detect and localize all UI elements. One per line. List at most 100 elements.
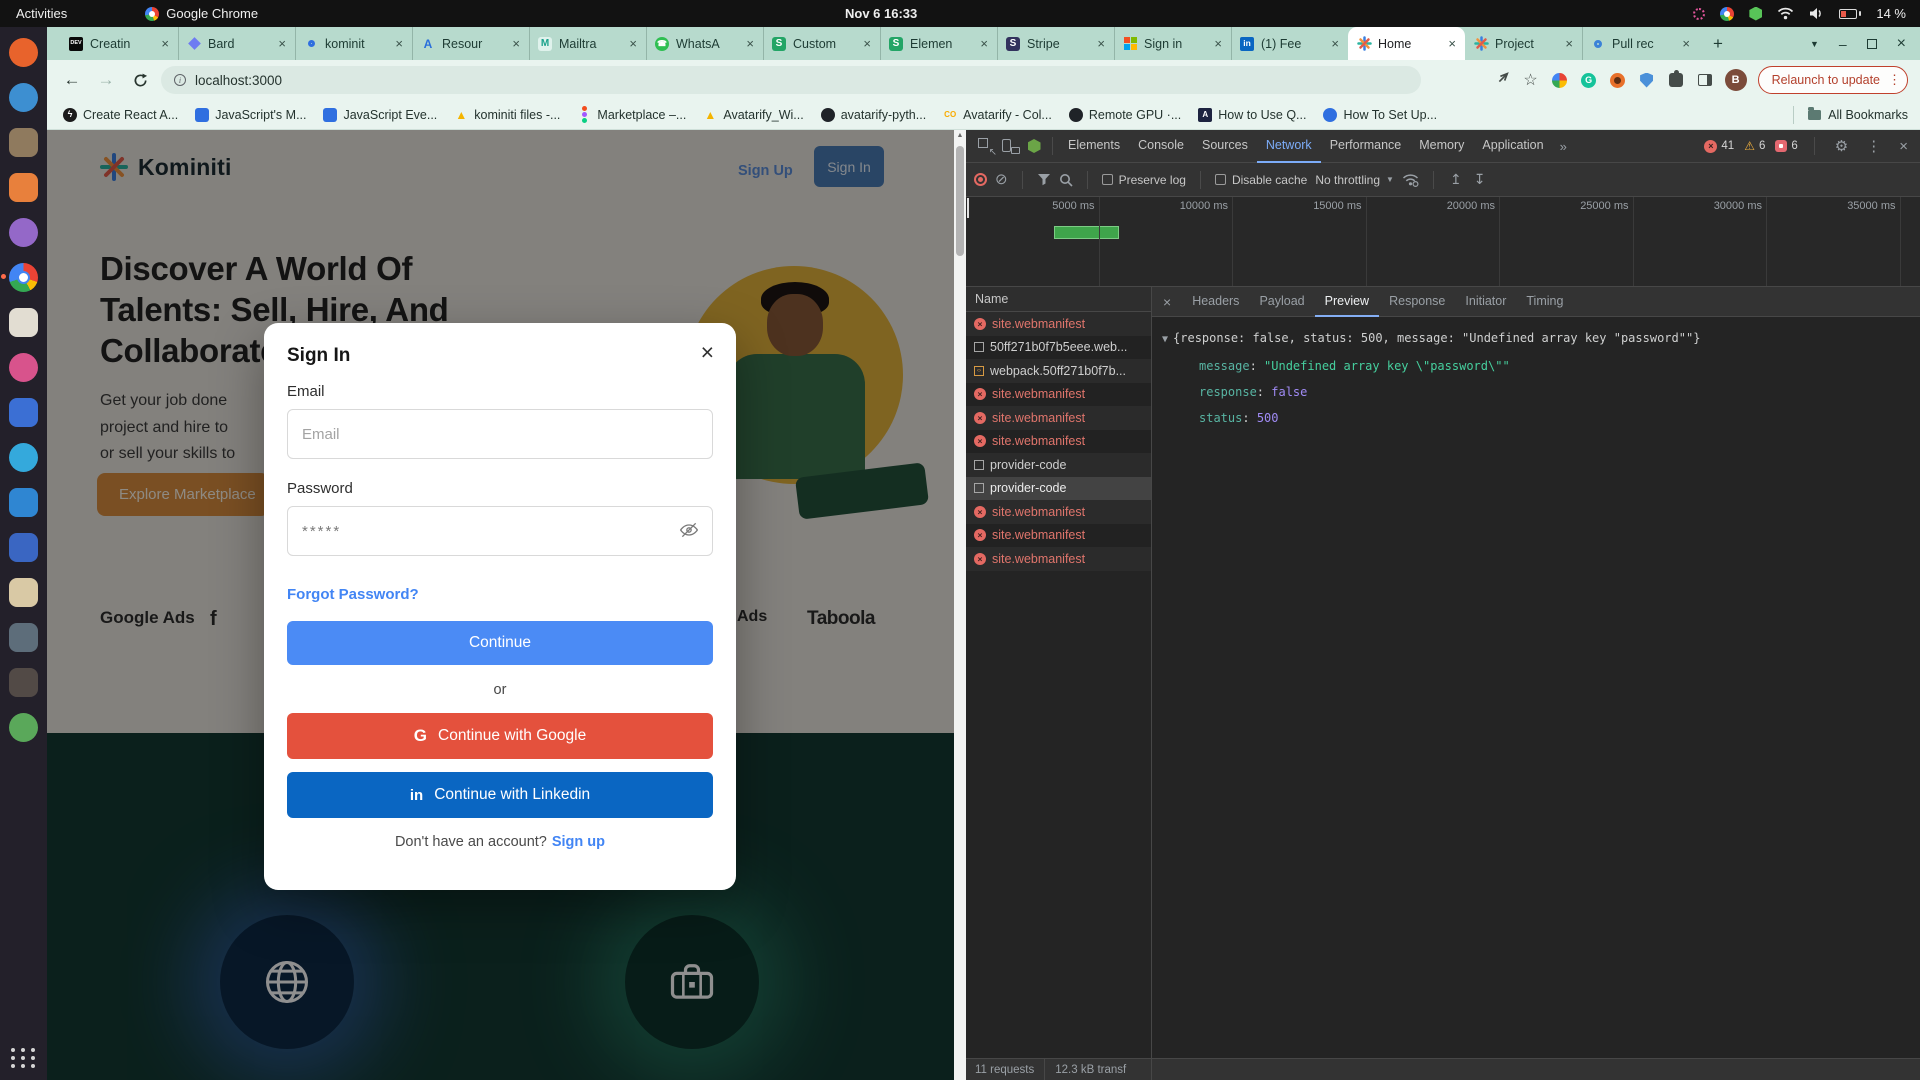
bookmark-item[interactable]: COAvatarify - Col... xyxy=(943,108,1052,122)
network-request-row[interactable]: ×site.webmanifest xyxy=(966,430,1151,454)
dock-item-help[interactable] xyxy=(8,216,40,248)
new-tab-button[interactable]: + xyxy=(1705,31,1731,57)
bookmark-item[interactable]: Marketplace –... xyxy=(577,108,686,122)
browser-tab-mailtra[interactable]: MMailtra× xyxy=(529,27,646,60)
app-grid-icon[interactable] xyxy=(11,1048,37,1068)
network-conditions-icon[interactable] xyxy=(1402,173,1419,187)
page-scrollbar[interactable]: ▲ xyxy=(954,130,966,1080)
side-panel-icon[interactable] xyxy=(1698,74,1712,86)
tab-close-icon[interactable]: × xyxy=(1563,36,1575,51)
dock-item-gimp[interactable] xyxy=(8,666,40,698)
throttling-dropdown[interactable]: No throttling▼ xyxy=(1315,173,1394,187)
browser-tab-pull-rec[interactable]: Pull rec× xyxy=(1582,27,1699,60)
continue-button[interactable]: Continue xyxy=(287,621,713,665)
tab-close-icon[interactable]: × xyxy=(744,36,756,51)
network-request-row[interactable]: provider-code xyxy=(966,477,1151,501)
shield-extension-icon[interactable] xyxy=(1640,73,1653,88)
reload-button[interactable] xyxy=(127,67,153,93)
extensions-puzzle-icon[interactable] xyxy=(1669,73,1683,87)
browser-tab-kominit[interactable]: kominit× xyxy=(295,27,412,60)
tab-close-icon[interactable]: × xyxy=(861,36,873,51)
network-request-row[interactable]: ×site.webmanifest xyxy=(966,500,1151,524)
site-info-icon[interactable]: i xyxy=(174,74,186,86)
more-panels-icon[interactable]: » xyxy=(1553,139,1574,154)
browser-tab-custom[interactable]: SCustom× xyxy=(763,27,880,60)
browser-tab-stripe[interactable]: SStripe× xyxy=(997,27,1114,60)
tab-close-icon[interactable]: × xyxy=(159,36,171,51)
sign-up-modal-link[interactable]: Sign up xyxy=(552,834,605,850)
browser-tab-sign-in[interactable]: Sign in× xyxy=(1114,27,1231,60)
devtools-settings-gear-icon[interactable]: ⚙ xyxy=(1831,137,1852,155)
pinwheel-extension-icon[interactable] xyxy=(1552,73,1567,88)
browser-tab-creatin[interactable]: DEVCreatin× xyxy=(61,27,178,60)
forgot-password-link[interactable]: Forgot Password? xyxy=(287,586,713,603)
dock-item-files[interactable] xyxy=(8,126,40,158)
detail-tab-response[interactable]: Response xyxy=(1379,287,1455,317)
bookmark-item[interactable]: JavaScript Eve... xyxy=(323,108,437,122)
address-bar[interactable]: i localhost:3000 xyxy=(161,66,1421,94)
tab-close-icon[interactable]: × xyxy=(1680,36,1692,51)
dock-item-chrome[interactable] xyxy=(8,261,40,293)
bookmark-item[interactable]: JavaScript's M... xyxy=(195,108,306,122)
dock-item-terminal[interactable] xyxy=(8,621,40,653)
share-icon[interactable] xyxy=(1493,71,1511,89)
tab-close-icon[interactable]: × xyxy=(276,36,288,51)
focused-app-menu[interactable]: Google Chrome xyxy=(145,6,258,21)
bookmark-item[interactable]: ϟCreate React A... xyxy=(63,108,178,122)
tab-close-icon[interactable]: × xyxy=(978,36,990,51)
browser-tab-whatsa[interactable]: ☎WhatsA× xyxy=(646,27,763,60)
dock-item-text-editor[interactable] xyxy=(8,306,40,338)
email-field[interactable] xyxy=(287,409,713,459)
bookmark-item[interactable]: ▲Avatarify_Wi... xyxy=(703,108,803,122)
dock-item-pink-app[interactable] xyxy=(8,351,40,383)
dock-item-telegram[interactable] xyxy=(8,441,40,473)
scroll-up-icon[interactable]: ▲ xyxy=(954,132,966,139)
network-request-row[interactable]: ‹›webpack.50ff271b0f7b... xyxy=(966,359,1151,383)
modal-close-icon[interactable]: × xyxy=(701,341,714,364)
network-request-row[interactable]: ×site.webmanifest xyxy=(966,524,1151,548)
bookmark-item[interactable]: Remote GPU ·... xyxy=(1069,108,1181,122)
browser-menu-kebab-icon[interactable]: ⋮ xyxy=(1888,72,1901,88)
detail-tab-initiator[interactable]: Initiator xyxy=(1455,287,1516,317)
devtools-tab-memory[interactable]: Memory xyxy=(1410,130,1473,163)
activities-button[interactable]: Activities xyxy=(16,6,67,21)
record-network-log-button[interactable] xyxy=(974,173,987,186)
detail-tab-payload[interactable]: Payload xyxy=(1249,287,1314,317)
toggle-password-visibility-icon[interactable] xyxy=(679,521,699,539)
minimize-button[interactable]: – xyxy=(1839,37,1847,51)
browser-tab--1-fee[interactable]: in(1) Fee× xyxy=(1231,27,1348,60)
password-field[interactable] xyxy=(287,506,713,556)
tab-close-icon[interactable]: × xyxy=(1329,36,1341,51)
grammarly-extension-icon[interactable]: G xyxy=(1581,73,1596,88)
profile-avatar[interactable]: B xyxy=(1725,69,1747,91)
relaunch-to-update-button[interactable]: Relaunch to update ⋮ xyxy=(1758,66,1908,94)
tab-close-icon[interactable]: × xyxy=(627,36,639,51)
bookmark-item[interactable]: How To Set Up... xyxy=(1323,108,1437,122)
wifi-icon[interactable] xyxy=(1777,7,1794,20)
devtools-tab-application[interactable]: Application xyxy=(1473,130,1552,163)
close-window-button[interactable]: × xyxy=(1897,36,1906,52)
orange-extension-icon[interactable] xyxy=(1610,73,1625,88)
dock-item-writer[interactable] xyxy=(8,576,40,608)
tab-close-icon[interactable]: × xyxy=(393,36,405,51)
notification-dots-icon[interactable] xyxy=(1693,8,1705,20)
devtools-kebab-menu-icon[interactable]: ⋮ xyxy=(1862,137,1885,155)
dock-item-calc[interactable] xyxy=(8,396,40,428)
chrome-tray-icon[interactable] xyxy=(1720,7,1734,21)
dock-item-vscode[interactable] xyxy=(8,486,40,518)
console-errors-badge[interactable]: ×41 xyxy=(1704,140,1734,153)
dock-item-app-center[interactable] xyxy=(8,171,40,203)
issues-badge[interactable]: 6 xyxy=(1775,140,1797,152)
export-har-icon[interactable]: ↧ xyxy=(1472,171,1488,188)
devtools-extension-icon[interactable] xyxy=(1022,134,1046,158)
continue-with-linkedin-button[interactable]: in Continue with Linkedin xyxy=(287,772,713,818)
volume-icon[interactable] xyxy=(1809,7,1824,20)
browser-tab-project[interactable]: Project× xyxy=(1465,27,1582,60)
console-warnings-badge[interactable]: ⚠6 xyxy=(1744,139,1765,153)
network-request-row[interactable]: provider-code xyxy=(966,453,1151,477)
tab-close-icon[interactable]: × xyxy=(1446,36,1458,51)
browser-tab-elemen[interactable]: SElemen× xyxy=(880,27,997,60)
bookmark-item[interactable]: AHow to Use Q... xyxy=(1198,108,1306,122)
devtools-tab-performance[interactable]: Performance xyxy=(1321,130,1411,163)
import-har-icon[interactable]: ↥ xyxy=(1448,171,1464,188)
